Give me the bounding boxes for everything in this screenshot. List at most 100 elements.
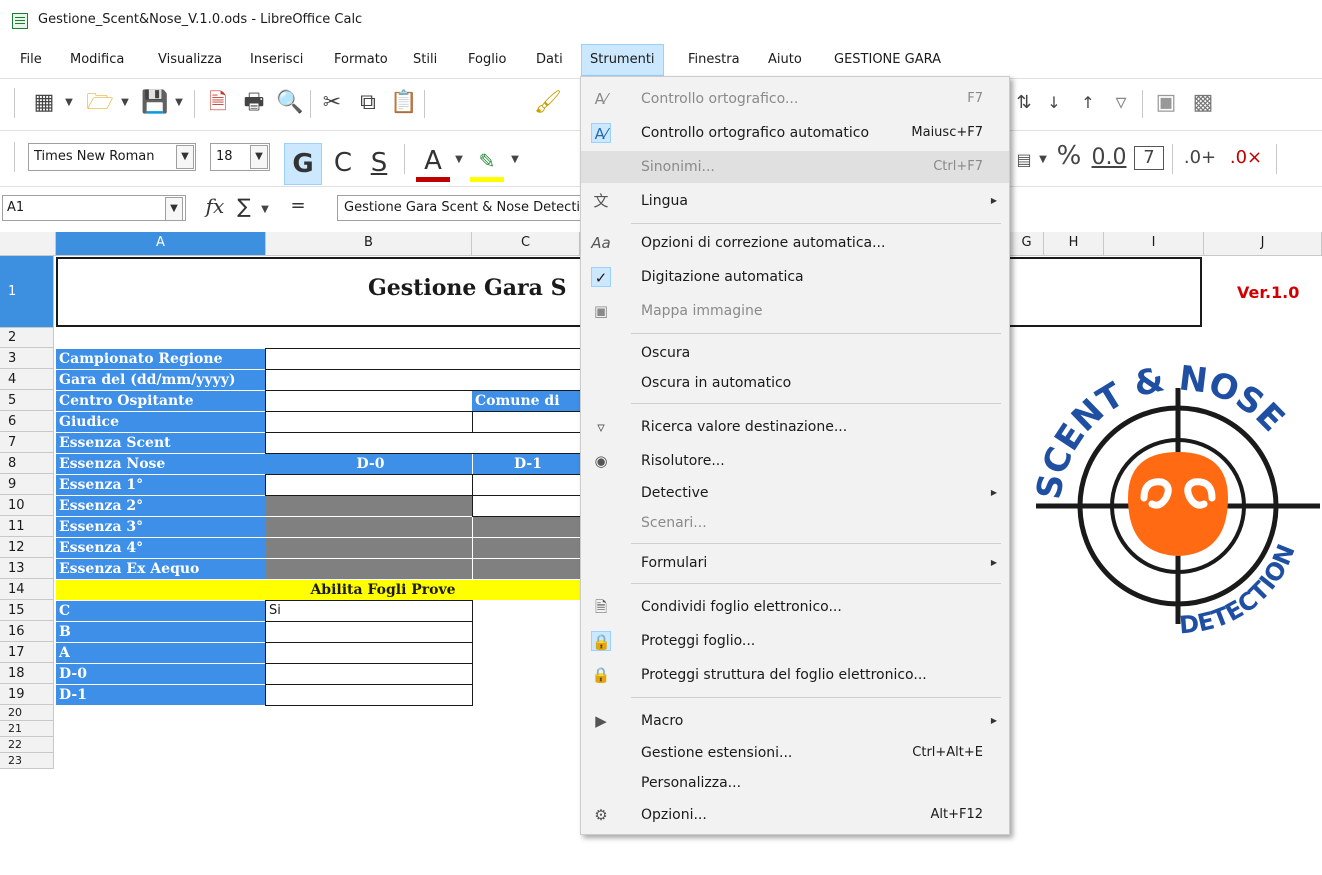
cell-c10[interactable] (472, 495, 581, 517)
cell-b7[interactable] (265, 432, 581, 454)
menu-item-scenarios[interactable]: Scenari... (581, 507, 1009, 539)
menu-item-thesaurus[interactable]: Sinonimi... Ctrl+F7 (581, 151, 1009, 183)
cell-a14-merged[interactable]: Abilita Fogli Prove (56, 580, 580, 600)
font-name-combobox[interactable]: Times New Roman ▼ (28, 143, 196, 171)
save-dropdown-icon[interactable]: ▼ (172, 91, 186, 115)
column-header-h[interactable]: H (1044, 232, 1104, 256)
menu-item-auto-spellcheck[interactable]: A⁄ Controllo ortografico automatico Maiu… (581, 117, 1009, 149)
cell-a6[interactable]: Giudice (56, 412, 266, 432)
menu-inserisci[interactable]: Inserisci (242, 44, 311, 76)
cell-b4[interactable] (265, 369, 581, 391)
menu-stili[interactable]: Stili (405, 44, 445, 76)
font-size-combobox[interactable]: 18 ▼ (210, 143, 270, 171)
row-header-12[interactable]: 12 (0, 537, 54, 558)
open-dropdown-icon[interactable]: ▼ (118, 91, 132, 115)
sum-icon[interactable]: ∑ (232, 194, 256, 218)
cell-a8[interactable]: Essenza Nose (56, 454, 266, 474)
cell-b16[interactable] (265, 621, 473, 643)
row-header-20[interactable]: 20 (0, 705, 54, 721)
menu-item-image-map[interactable]: ▣ Mappa immagine (581, 295, 1009, 327)
paste-icon[interactable]: 📋 (390, 91, 418, 115)
cell-a13[interactable]: Essenza Ex Aequo (56, 559, 266, 579)
sum-dropdown-icon[interactable]: ▼ (258, 198, 272, 222)
function-wizard-icon[interactable]: fx (202, 194, 228, 218)
row-header-16[interactable]: 16 (0, 621, 54, 642)
bold-button[interactable]: G (284, 143, 322, 185)
menu-item-share-spreadsheet[interactable]: 🗎 Condividi foglio elettronico... (581, 591, 1009, 623)
menu-dati[interactable]: Dati (528, 44, 571, 76)
menu-item-protect-sheet[interactable]: 🔒 Proteggi foglio... (581, 625, 1009, 657)
italic-button[interactable]: C (328, 145, 358, 181)
row-header-17[interactable]: 17 (0, 642, 54, 663)
menu-file[interactable]: File (12, 44, 50, 76)
insert-image-icon[interactable]: ▣ (1152, 91, 1180, 115)
print-preview-icon[interactable]: 🔍 (276, 91, 304, 115)
menu-modifica[interactable]: Modifica (62, 44, 132, 76)
cell-a16[interactable]: B (56, 622, 266, 642)
add-decimal-icon[interactable]: .0+ (1180, 146, 1220, 170)
new-dropdown-icon[interactable]: ▼ (62, 91, 76, 115)
cell-a5[interactable]: Centro Ospitante (56, 391, 266, 411)
export-pdf-icon[interactable]: 🗎 (204, 91, 232, 115)
column-header-g[interactable]: G (1010, 232, 1044, 256)
menu-gestione-gara[interactable]: GESTIONE GARA (826, 44, 949, 76)
cell-a19[interactable]: D-1 (56, 685, 266, 705)
formula-icon[interactable]: = (288, 194, 308, 218)
row-header-14[interactable]: 14 (0, 579, 54, 600)
cut-icon[interactable]: ✂ (318, 91, 346, 115)
menu-visualizza[interactable]: Visualizza (150, 44, 230, 76)
cell-a7[interactable]: Essenza Scent (56, 433, 266, 453)
cell-c12[interactable] (473, 538, 580, 558)
row-header-4[interactable]: 4 (0, 369, 54, 390)
open-folder-icon[interactable]: 🗁 (84, 91, 116, 115)
font-name-dropdown-icon[interactable]: ▼ (176, 145, 194, 169)
cell-a10[interactable]: Essenza 2° (56, 496, 266, 516)
row-header-8[interactable]: 8 (0, 453, 54, 474)
menu-item-auto-redact[interactable]: Oscura in automatico (581, 367, 1009, 399)
row-header-19[interactable]: 19 (0, 684, 54, 705)
cell-c5[interactable]: Comune di (472, 391, 580, 411)
cell-c11[interactable] (473, 517, 580, 537)
row-header-21[interactable]: 21 (0, 721, 54, 737)
name-box-dropdown-icon[interactable]: ▼ (165, 197, 183, 221)
column-header-b[interactable]: B (266, 232, 472, 256)
cell-c6[interactable] (472, 411, 581, 433)
menu-item-protect-structure[interactable]: 🔒 Proteggi struttura del foglio elettron… (581, 659, 1009, 691)
row-header-6[interactable]: 6 (0, 411, 54, 432)
menu-item-spellcheck[interactable]: A⁄ Controllo ortografico... F7 (581, 83, 1009, 115)
row-header-10[interactable]: 10 (0, 495, 54, 516)
column-header-c[interactable]: C (472, 232, 580, 256)
cell-b18[interactable] (265, 663, 473, 685)
clone-format-icon[interactable]: 🖌 (534, 91, 562, 115)
cell-c8[interactable]: D-1 (473, 454, 580, 474)
column-header-i[interactable]: I (1104, 232, 1204, 256)
cell-c13[interactable] (473, 559, 580, 579)
menu-item-language[interactable]: 文 Lingua ▶ (581, 185, 1009, 217)
row-header-23[interactable]: 23 (0, 753, 54, 769)
row-header-1[interactable]: 1 (0, 256, 54, 328)
menu-item-goal-seek[interactable]: ▿ Ricerca valore destinazione... (581, 411, 1009, 443)
cell-a11[interactable]: Essenza 3° (56, 517, 266, 537)
menu-item-redact[interactable]: Oscura (581, 337, 1009, 369)
cell-b9[interactable] (265, 474, 473, 496)
row-header-3[interactable]: 3 (0, 348, 54, 369)
cell-a9[interactable]: Essenza 1° (56, 475, 266, 495)
column-header-j[interactable]: J (1204, 232, 1322, 256)
cell-b11[interactable] (266, 517, 472, 537)
menu-item-macro[interactable]: ▶ Macro ▶ (581, 705, 1009, 737)
insert-chart-icon[interactable]: ▩ (1190, 91, 1216, 115)
menu-item-forms[interactable]: Formulari ▶ (581, 547, 1009, 579)
menu-item-options[interactable]: ⚙ Opzioni... Alt+F12 (581, 799, 1009, 831)
menu-item-extension-manager[interactable]: Gestione estensioni... Ctrl+Alt+E (581, 737, 1009, 769)
copy-icon[interactable]: ⧉ (354, 91, 382, 115)
row-header-18[interactable]: 18 (0, 663, 54, 684)
save-icon[interactable]: 💾 (140, 91, 170, 115)
row-header-15[interactable]: 15 (0, 600, 54, 621)
cell-a17[interactable]: A (56, 643, 266, 663)
sort-icon[interactable]: ⇅ (1012, 91, 1036, 115)
print-icon[interactable]: 🖶 (240, 91, 268, 115)
column-header-a[interactable]: A (56, 232, 266, 256)
decimal-format-button[interactable]: 0.0 (1090, 146, 1128, 170)
menu-foglio[interactable]: Foglio (460, 44, 514, 76)
menu-item-solver[interactable]: ◉ Risolutore... (581, 445, 1009, 477)
